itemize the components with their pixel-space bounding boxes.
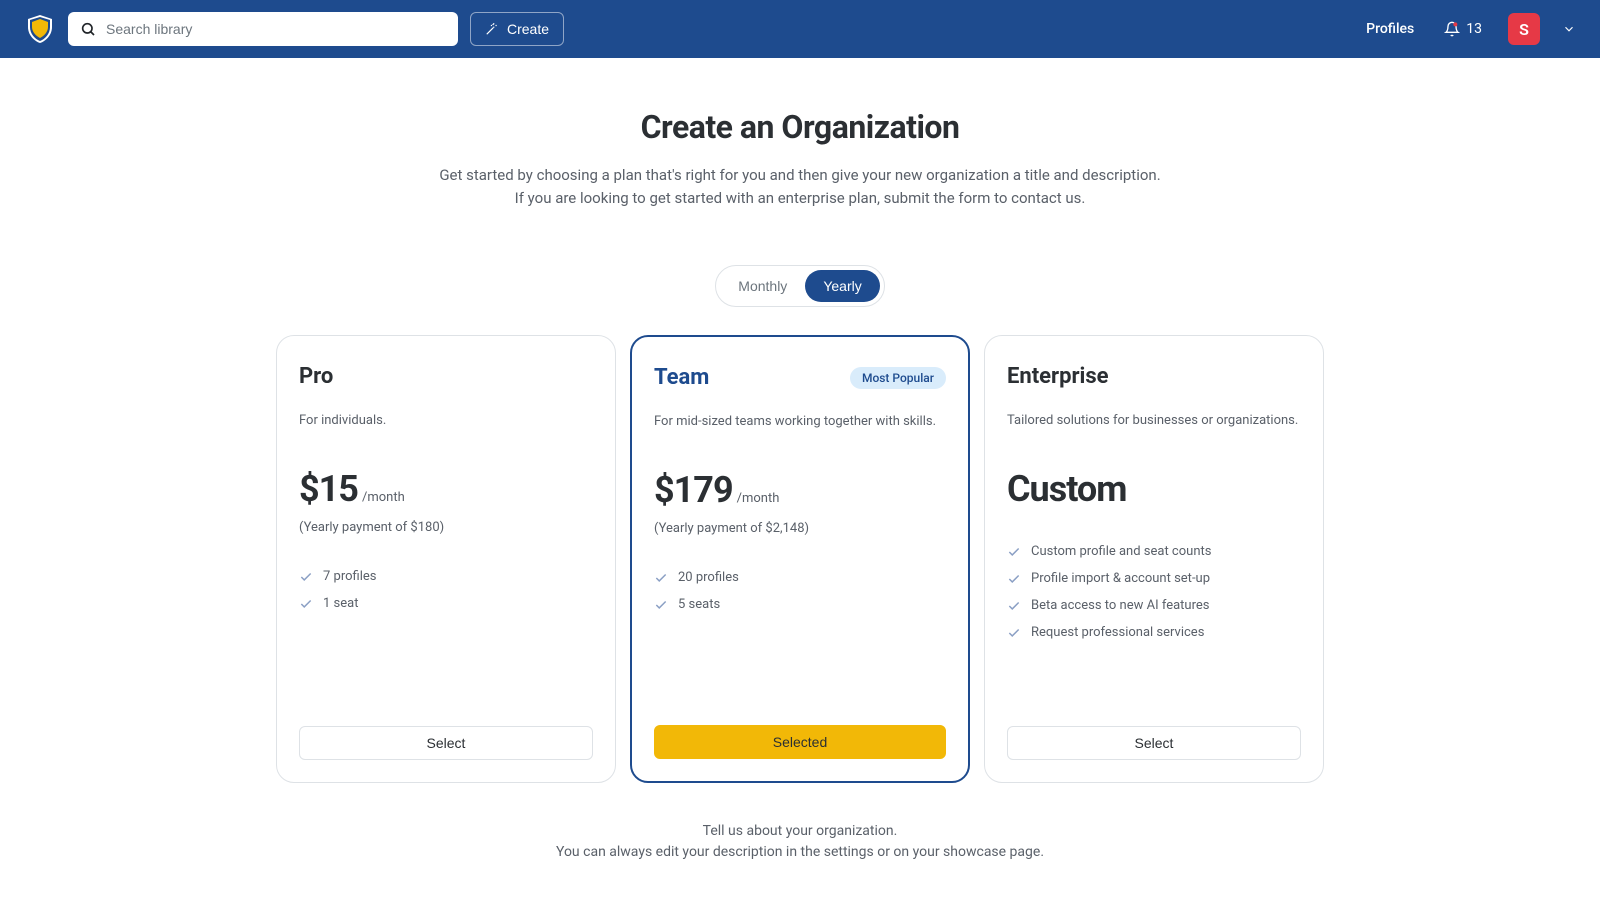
check-icon xyxy=(1007,626,1021,640)
feature-item: 20 profiles xyxy=(654,564,946,591)
bell-icon xyxy=(1444,21,1460,37)
toggle-monthly[interactable]: Monthly xyxy=(720,270,805,302)
plan-price: $15 xyxy=(299,468,358,510)
app-header: Create Profiles 13 S xyxy=(0,0,1600,58)
billing-toggle: Monthly Yearly xyxy=(715,265,884,307)
check-icon xyxy=(299,570,313,584)
plan-price-note: (Yearly payment of $2,148) xyxy=(654,521,946,536)
notification-count: 13 xyxy=(1466,21,1482,37)
plan-features: Custom profile and seat counts Profile i… xyxy=(1007,538,1301,646)
plan-name: Pro xyxy=(299,364,333,389)
plan-features: 7 profiles 1 seat xyxy=(299,563,593,617)
plan-price-note: (Yearly payment of $180) xyxy=(299,520,593,535)
plan-price-unit: /month xyxy=(737,491,780,506)
plan-price-unit: /month xyxy=(362,490,405,505)
feature-item: 1 seat xyxy=(299,590,593,617)
plan-name: Team xyxy=(654,365,709,390)
plan-features: 20 profiles 5 seats xyxy=(654,564,946,618)
create-button-label: Create xyxy=(507,21,549,37)
plan-price: $179 xyxy=(654,469,733,511)
plan-price-row: $15 /month xyxy=(299,468,593,510)
select-plan-button[interactable]: Select xyxy=(299,726,593,760)
user-avatar[interactable]: S xyxy=(1508,13,1540,45)
create-button[interactable]: Create xyxy=(470,12,564,46)
main-content: Create an Organization Get started by ch… xyxy=(250,58,1350,903)
most-popular-badge: Most Popular xyxy=(850,367,946,389)
page-description: Get started by choosing a plan that's ri… xyxy=(270,164,1330,209)
select-plan-button[interactable]: Select xyxy=(1007,726,1301,760)
feature-item: Custom profile and seat counts xyxy=(1007,538,1301,565)
app-logo xyxy=(24,13,56,45)
plan-desc: For mid-sized teams working together wit… xyxy=(654,414,946,429)
plan-card-team: Team Most Popular For mid-sized teams wo… xyxy=(630,335,970,783)
check-icon xyxy=(654,571,668,585)
plan-desc: Tailored solutions for businesses or org… xyxy=(1007,413,1301,428)
plan-price-row: $179 /month xyxy=(654,469,946,511)
chevron-down-icon[interactable] xyxy=(1562,22,1576,36)
toggle-yearly[interactable]: Yearly xyxy=(805,270,879,302)
feature-item: 7 profiles xyxy=(299,563,593,590)
bottom-text: Tell us about your organization. You can… xyxy=(270,821,1330,863)
plan-name: Enterprise xyxy=(1007,364,1109,389)
check-icon xyxy=(1007,599,1021,613)
feature-item: Profile import & account set-up xyxy=(1007,565,1301,592)
wand-icon xyxy=(485,22,499,36)
plan-card-pro: Pro For individuals. $15 /month (Yearly … xyxy=(276,335,616,783)
search-icon xyxy=(80,21,96,37)
search-input[interactable] xyxy=(68,12,458,46)
selected-plan-button[interactable]: Selected xyxy=(654,725,946,759)
plan-price-custom: Custom xyxy=(1007,468,1301,510)
pricing-cards: Pro For individuals. $15 /month (Yearly … xyxy=(270,335,1330,783)
check-icon xyxy=(1007,545,1021,559)
check-icon xyxy=(299,597,313,611)
check-icon xyxy=(654,598,668,612)
feature-item: Request professional services xyxy=(1007,619,1301,646)
feature-item: Beta access to new AI features xyxy=(1007,592,1301,619)
search-wrapper xyxy=(68,12,458,46)
page-title: Create an Organization xyxy=(270,108,1330,146)
plan-card-enterprise: Enterprise Tailored solutions for busine… xyxy=(984,335,1324,783)
notifications[interactable]: 13 xyxy=(1444,21,1482,37)
profiles-link[interactable]: Profiles xyxy=(1366,21,1414,37)
feature-item: 5 seats xyxy=(654,591,946,618)
check-icon xyxy=(1007,572,1021,586)
plan-desc: For individuals. xyxy=(299,413,593,428)
